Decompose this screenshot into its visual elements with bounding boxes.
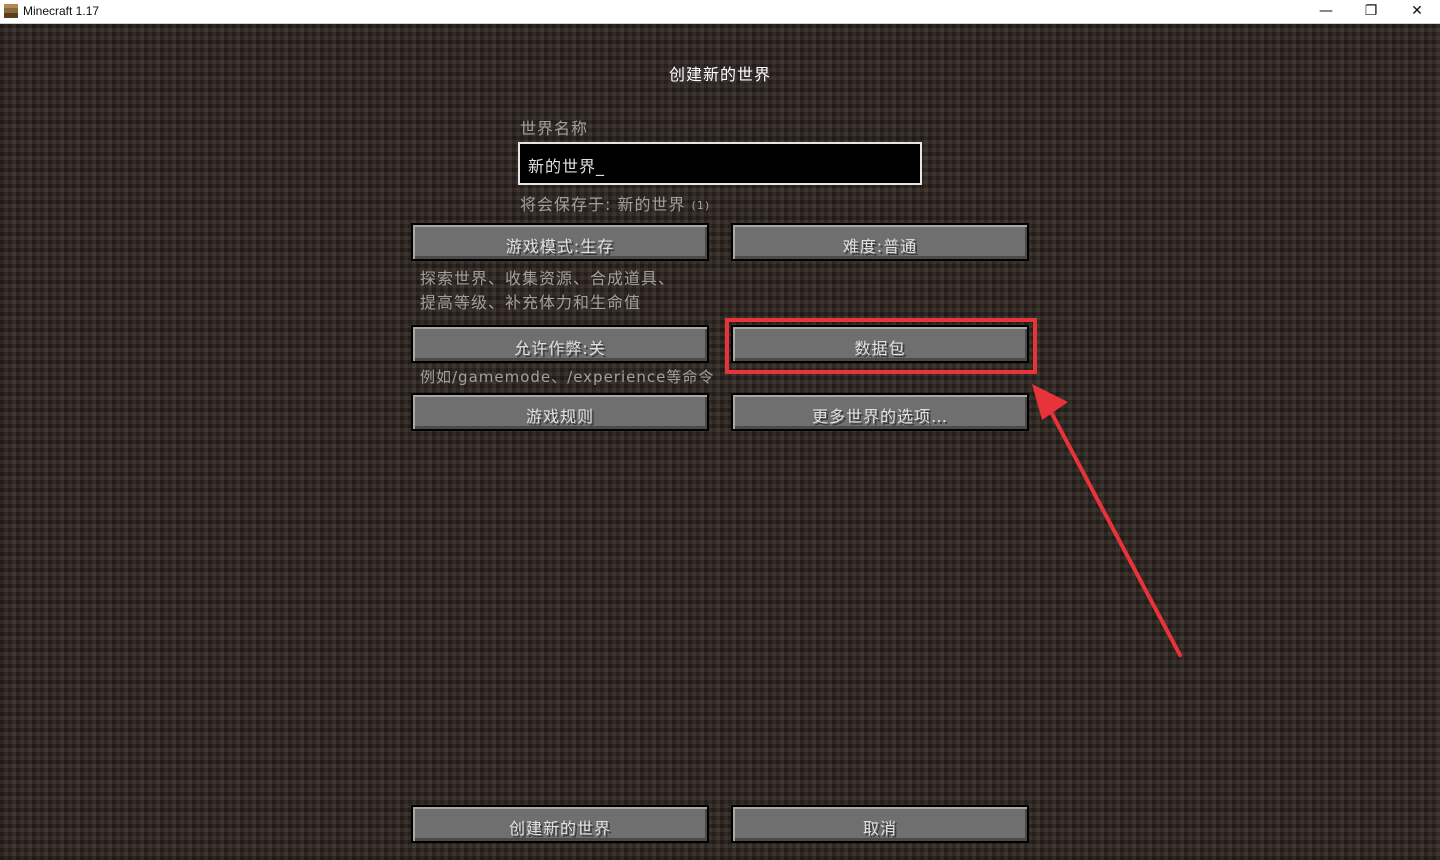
allow-cheats-label: 允许作弊:关 [514, 339, 606, 358]
game-mode-label: 游戏模式:生存 [505, 237, 615, 256]
highlight-box [725, 318, 1037, 374]
window-titlebar: Minecraft 1.17 — ❐ ✕ [0, 0, 1440, 24]
close-button[interactable]: ✕ [1394, 0, 1440, 23]
allow-cheats-button[interactable]: 允许作弊:关 [411, 325, 709, 363]
create-world-button[interactable]: 创建新的世界 [411, 805, 709, 843]
page-title: 创建新的世界 [668, 65, 771, 84]
difficulty-label: 难度:普通 [842, 237, 918, 256]
game-mode-button[interactable]: 游戏模式:生存 [411, 223, 709, 261]
save-location-hint: 将会保存于: 新的世界 (1) [520, 191, 710, 215]
save-hint-suffix: (1) [691, 199, 711, 212]
create-world-label: 创建新的世界 [508, 819, 611, 838]
game-mode-description-line1: 探索世界、收集资源、合成道具、 [420, 269, 676, 288]
window-title: Minecraft 1.17 [23, 4, 100, 18]
more-world-options-label: 更多世界的选项… [811, 407, 948, 426]
cancel-label: 取消 [862, 819, 897, 838]
minecraft-app-icon [4, 4, 18, 18]
annotation-arrow-icon [1032, 384, 1182, 657]
difficulty-button[interactable]: 难度:普通 [731, 223, 1029, 261]
game-rules-label: 游戏规则 [525, 407, 594, 426]
world-name-label: 世界名称 [520, 119, 589, 138]
minimize-button[interactable]: — [1303, 0, 1349, 23]
maximize-button[interactable]: ❐ [1348, 0, 1394, 23]
world-name-value: 新的世界_ [528, 157, 606, 176]
world-name-input[interactable]: 新的世界_ [518, 142, 922, 185]
cancel-button[interactable]: 取消 [731, 805, 1029, 843]
save-hint-text: 将会保存于: 新的世界 [520, 195, 686, 214]
more-world-options-button[interactable]: 更多世界的选项… [731, 393, 1029, 431]
cheats-description: 例如/gamemode、/experience等命令 [420, 368, 715, 386]
game-mode-description-line2: 提高等级、补充体力和生命值 [420, 293, 642, 312]
game-rules-button[interactable]: 游戏规则 [411, 393, 709, 431]
